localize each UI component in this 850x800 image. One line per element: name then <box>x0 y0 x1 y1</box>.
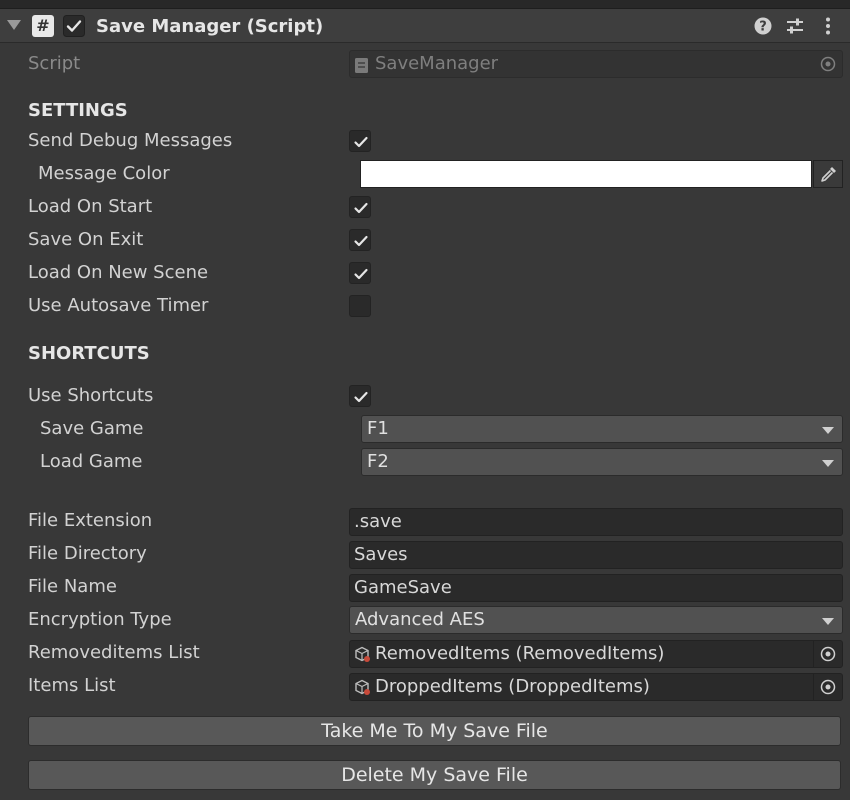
presets-sliders-icon[interactable] <box>783 14 807 38</box>
component-title: Save Manager (Script) <box>96 16 324 37</box>
save-on-exit-label: Save On Exit <box>28 229 144 250</box>
object-picker-icon <box>814 51 842 77</box>
component-header[interactable]: # Save Manager (Script) ? <box>0 8 850 43</box>
message-color-label: Message Color <box>38 163 170 184</box>
scriptable-object-icon <box>354 646 372 667</box>
save-game-key-value: F1 <box>367 418 389 439</box>
object-picker-icon[interactable] <box>813 641 842 667</box>
load-on-start-checkbox[interactable] <box>349 196 371 218</box>
eyedropper-button[interactable] <box>813 160 843 188</box>
use-autosave-timer-checkbox[interactable] <box>349 295 371 317</box>
eyedropper-icon <box>821 167 836 182</box>
script-file-icon <box>354 56 370 77</box>
load-on-new-scene-label: Load On New Scene <box>28 262 209 283</box>
script-label: Script <box>28 53 81 74</box>
file-directory-input[interactable]: Saves <box>349 541 843 569</box>
file-name-label: File Name <box>28 576 117 597</box>
save-game-label: Save Game <box>40 418 144 439</box>
file-extension-label: File Extension <box>28 510 153 531</box>
svg-text:?: ? <box>759 20 767 35</box>
file-name-input[interactable]: GameSave <box>349 574 843 602</box>
inspector-panel: # Save Manager (Script) ? Script SaveMan… <box>0 0 850 800</box>
load-on-new-scene-checkbox[interactable] <box>349 262 371 284</box>
load-game-key-dropdown[interactable]: F2 <box>361 448 843 476</box>
encryption-type-label: Encryption Type <box>28 609 172 630</box>
encryption-type-dropdown[interactable]: Advanced AES <box>349 606 843 634</box>
use-shortcuts-checkbox[interactable] <box>349 385 371 407</box>
removed-items-value: RemovedItems (RemovedItems) <box>375 643 665 664</box>
file-directory-label: File Directory <box>28 543 147 564</box>
message-color-field[interactable] <box>360 160 812 188</box>
take-me-to-save-file-button[interactable]: Take Me To My Save File <box>28 716 841 746</box>
send-debug-messages-label: Send Debug Messages <box>28 130 233 151</box>
help-icon[interactable]: ? <box>751 14 775 38</box>
save-on-exit-checkbox[interactable] <box>349 229 371 251</box>
save-game-key-dropdown[interactable]: F1 <box>361 415 843 443</box>
scriptable-object-icon <box>354 679 372 700</box>
chevron-down-icon <box>822 427 834 434</box>
load-on-start-label: Load On Start <box>28 196 153 217</box>
top-divider <box>0 0 850 8</box>
items-list-label: Items List <box>28 675 116 696</box>
object-picker-icon[interactable] <box>813 674 842 700</box>
use-shortcuts-label: Use Shortcuts <box>28 385 154 406</box>
use-autosave-timer-label: Use Autosave Timer <box>28 295 209 316</box>
removed-items-list-label: Removeditems List <box>28 642 200 663</box>
chevron-down-icon <box>822 460 834 467</box>
settings-section-title: SETTINGS <box>28 100 128 121</box>
shortcuts-section-title: SHORTCUTS <box>28 343 150 364</box>
encryption-type-value: Advanced AES <box>355 609 485 630</box>
chevron-down-icon <box>822 618 834 625</box>
script-value: SaveManager <box>375 53 499 74</box>
load-game-label: Load Game <box>40 451 143 472</box>
send-debug-messages-checkbox[interactable] <box>349 130 371 152</box>
script-object-field: SaveManager <box>349 50 843 78</box>
more-options-icon[interactable] <box>816 14 840 38</box>
items-value: DroppedItems (DroppedItems) <box>375 676 650 697</box>
file-extension-input[interactable]: .save <box>349 508 843 536</box>
delete-save-file-button[interactable]: Delete My Save File <box>28 760 841 790</box>
foldout-arrow-icon[interactable] <box>7 20 21 30</box>
removed-items-object-field[interactable]: RemovedItems (RemovedItems) <box>349 640 843 668</box>
items-object-field[interactable]: DroppedItems (DroppedItems) <box>349 673 843 701</box>
load-game-key-value: F2 <box>367 451 389 472</box>
component-enabled-checkbox[interactable] <box>63 15 85 37</box>
csharp-script-icon: # <box>32 15 54 37</box>
